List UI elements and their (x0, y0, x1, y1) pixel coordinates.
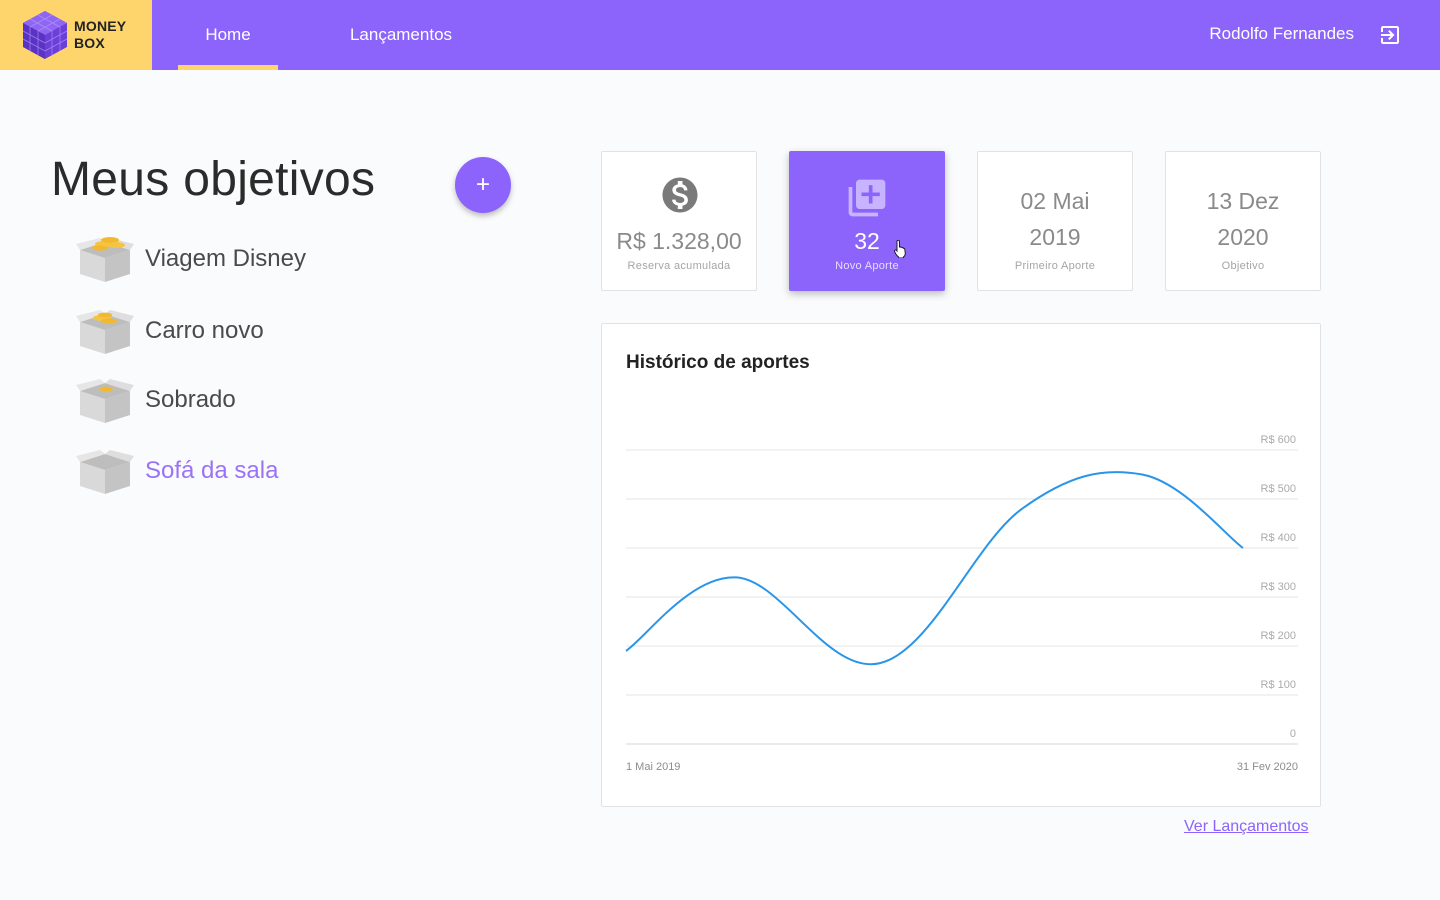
goal-label: Viagem Disney (145, 245, 306, 272)
card-reserva-acumulada: R$ 1.328,00 Reserva acumulada (601, 151, 757, 291)
aporte-label: Novo Aporte (835, 260, 899, 272)
user-name[interactable]: Rodolfo Fernandes (1209, 24, 1354, 44)
y-tick-label: R$ 200 (1261, 630, 1296, 642)
page-title: Meus objetivos (51, 153, 376, 206)
library-add-icon (848, 179, 886, 217)
ver-lancamentos-link[interactable]: Ver Lançamentos (1184, 818, 1309, 836)
tab-lancamentos-label: Lançamentos (349, 25, 453, 44)
y-tick-label: R$ 100 (1261, 679, 1296, 691)
primeiro-date-line-1: 02 Mai (1020, 188, 1090, 214)
objetivo-date-line-1: 13 Dez (1206, 188, 1280, 214)
y-tick-label: R$ 400 (1261, 532, 1296, 544)
money-box-icon (76, 379, 134, 423)
logo-line-1: MONEY (74, 18, 127, 34)
tab-home-label: Home (205, 25, 251, 44)
money-box-icon (76, 237, 134, 282)
series-line (625, 471, 1244, 666)
y-tick-label: 0 (1290, 728, 1296, 740)
x-tick-label: 31 Fev 2020 (1237, 761, 1298, 773)
top-bar: MONEY BOX Home Lançamentos Rodolfo Ferna… (0, 0, 1440, 70)
chart-panel: Histórico de aportes 0 R$ 100 R$ 200 R$ 300… (601, 323, 1321, 807)
money-box-icon (76, 450, 134, 494)
logo-line-2: BOX (74, 35, 105, 51)
card-primeiro-aporte: 02 Mai 2019 Primeiro Aporte (977, 151, 1133, 291)
goal-item-sofa-da-sala[interactable]: Sofá da sala (76, 444, 278, 498)
y-tick-label: R$ 600 (1261, 434, 1296, 446)
logo[interactable]: MONEY BOX (0, 0, 152, 70)
goal-label: Carro novo (145, 317, 264, 344)
line-chart: 0 R$ 100 R$ 200 R$ 300 R$ 400 R$ 500 R$ 600 1 M… (625, 434, 1298, 773)
goal-item-carro-novo[interactable]: Carro novo (76, 304, 264, 358)
add-goal-button[interactable]: + (455, 157, 511, 213)
tab-home[interactable]: Home (178, 0, 278, 70)
objetivo-label: Objetivo (1221, 260, 1265, 272)
tab-lancamentos[interactable]: Lançamentos (330, 0, 472, 70)
logo-text: MONEY BOX (74, 18, 126, 52)
goal-label: Sobrado (145, 386, 236, 413)
objetivo-date-line-2: 2020 (1217, 224, 1269, 250)
logout-icon[interactable] (1378, 23, 1402, 47)
reserva-label: Reserva acumulada (627, 260, 731, 272)
hand-cursor-icon (894, 240, 906, 258)
y-tick-label: R$ 500 (1261, 483, 1296, 495)
goal-item-sobrado[interactable]: Sobrado (76, 373, 236, 427)
goal-label: Sofá da sala (145, 457, 279, 484)
card-novo-aporte[interactable]: 32 Novo Aporte (789, 151, 945, 291)
card-objetivo: 13 Dez 2020 Objetivo (1165, 151, 1321, 291)
active-tab-indicator (178, 65, 278, 70)
goal-item-viagem-disney[interactable]: Viagem Disney (76, 232, 306, 286)
primeiro-date-line-2: 2019 (1029, 224, 1081, 250)
dollar-circle-icon (662, 177, 698, 213)
aporte-value: 32 (854, 228, 880, 254)
x-tick-label: 1 Mai 2019 (626, 761, 680, 773)
money-box-icon (76, 310, 134, 354)
cube-logo-icon (22, 11, 68, 59)
reserva-value: R$ 1.328,00 (616, 228, 742, 254)
primeiro-label: Primeiro Aporte (1014, 260, 1096, 272)
y-tick-label: R$ 300 (1261, 581, 1296, 593)
